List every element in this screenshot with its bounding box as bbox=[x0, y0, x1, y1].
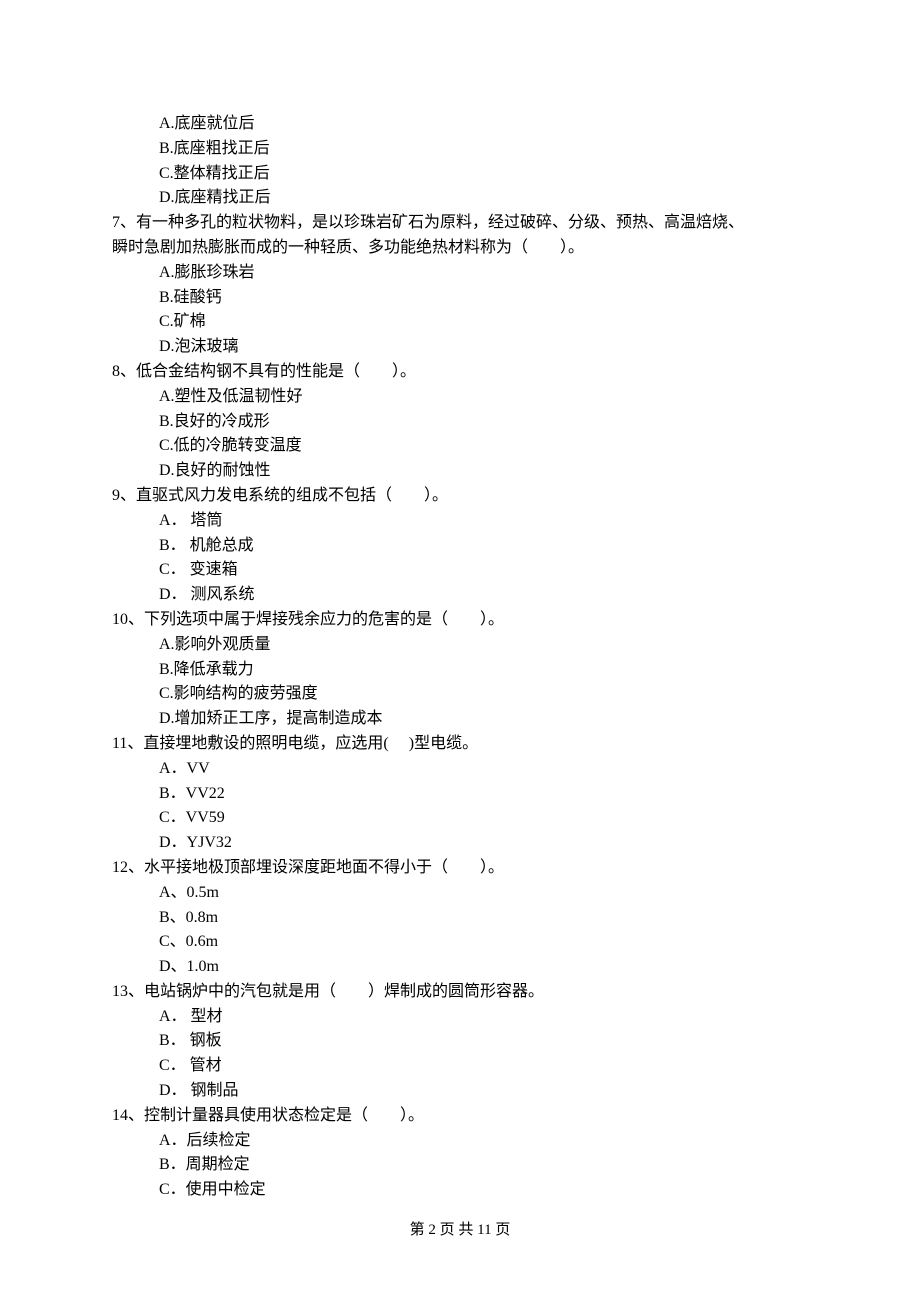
q7-text-line1: 7、有一种多孔的粒状物料，是以珍珠岩矿石为原料，经过破碎、分级、预热、高温焙烧、 bbox=[112, 211, 808, 236]
q10-options: A.影响外观质量 B.降低承载力 C.影响结构的疲劳强度 D.增加矫正工序，提高… bbox=[112, 633, 808, 732]
q14-options: A．后续检定 B．周期检定 C．使用中检定 bbox=[112, 1129, 808, 1203]
q13-text: 13、电站锅炉中的汽包就是用（ ）焊制成的圆筒形容器。 bbox=[112, 980, 808, 1005]
q12-option-a: A、0.5m bbox=[159, 881, 808, 906]
q9-option-b: B． 机舱总成 bbox=[159, 534, 808, 559]
q13-option-c: C． 管材 bbox=[159, 1054, 808, 1079]
q12-option-d: D、1.0m bbox=[159, 955, 808, 980]
q7-option-a: A.膨胀珍珠岩 bbox=[159, 261, 808, 286]
q10-option-b: B.降低承载力 bbox=[159, 658, 808, 683]
q10-option-a: A.影响外观质量 bbox=[159, 633, 808, 658]
q7-option-b: B.硅酸钙 bbox=[159, 286, 808, 311]
q9-option-c: C． 变速箱 bbox=[159, 558, 808, 583]
q9-text: 9、直驱式风力发电系统的组成不包括（ ）。 bbox=[112, 484, 808, 509]
q8-option-b: B.良好的冷成形 bbox=[159, 410, 808, 435]
q8-options: A.塑性及低温韧性好 B.良好的冷成形 C.低的冷脆转变温度 D.良好的耐蚀性 bbox=[112, 385, 808, 484]
q6-option-d: D.底座精找正后 bbox=[159, 186, 808, 211]
q11-text: 11、直接埋地敷设的照明电缆，应选用( )型电缆。 bbox=[112, 732, 808, 757]
q11-option-d: D．YJV32 bbox=[159, 831, 808, 856]
q6-option-b: B.底座粗找正后 bbox=[159, 137, 808, 162]
q13-option-b: B． 钢板 bbox=[159, 1029, 808, 1054]
q8-option-a: A.塑性及低温韧性好 bbox=[159, 385, 808, 410]
q14-option-a: A．后续检定 bbox=[159, 1129, 808, 1154]
q14-option-c: C．使用中检定 bbox=[159, 1178, 808, 1203]
q11-option-c: C．VV59 bbox=[159, 806, 808, 831]
q7-text-line2: 瞬时急剧加热膨胀而成的一种轻质、多功能绝热材料称为（ ）。 bbox=[112, 236, 808, 261]
q13-options: A． 型材 B． 钢板 C． 管材 D． 钢制品 bbox=[112, 1005, 808, 1104]
q9-option-a: A． 塔筒 bbox=[159, 509, 808, 534]
q10-text: 10、下列选项中属于焊接残余应力的危害的是（ ）。 bbox=[112, 608, 808, 633]
q13-option-d: D． 钢制品 bbox=[159, 1079, 808, 1104]
q13-option-a: A． 型材 bbox=[159, 1005, 808, 1030]
q12-option-c: C、0.6m bbox=[159, 930, 808, 955]
q11-option-a: A．VV bbox=[159, 757, 808, 782]
q14-option-b: B．周期检定 bbox=[159, 1153, 808, 1178]
q8-option-d: D.良好的耐蚀性 bbox=[159, 459, 808, 484]
q7-option-c: C.矿棉 bbox=[159, 310, 808, 335]
q8-text: 8、低合金结构钢不具有的性能是（ ）。 bbox=[112, 360, 808, 385]
q12-option-b: B、0.8m bbox=[159, 906, 808, 931]
q7-options: A.膨胀珍珠岩 B.硅酸钙 C.矿棉 D.泡沫玻璃 bbox=[112, 261, 808, 360]
q9-options: A． 塔筒 B． 机舱总成 C． 变速箱 D． 测风系统 bbox=[112, 509, 808, 608]
q6-option-c: C.整体精找正后 bbox=[159, 162, 808, 187]
page-content: A.底座就位后 B.底座粗找正后 C.整体精找正后 D.底座精找正后 7、有一种… bbox=[0, 0, 920, 1203]
q6-option-a: A.底座就位后 bbox=[159, 112, 808, 137]
q12-options: A、0.5m B、0.8m C、0.6m D、1.0m bbox=[112, 881, 808, 980]
q10-option-d: D.增加矫正工序，提高制造成本 bbox=[159, 707, 808, 732]
page-footer: 第 2 页 共 11 页 bbox=[0, 1219, 920, 1242]
q11-option-b: B．VV22 bbox=[159, 782, 808, 807]
q9-option-d: D． 测风系统 bbox=[159, 583, 808, 608]
q7-option-d: D.泡沫玻璃 bbox=[159, 335, 808, 360]
q10-option-c: C.影响结构的疲劳强度 bbox=[159, 682, 808, 707]
q14-text: 14、控制计量器具使用状态检定是（ ）。 bbox=[112, 1104, 808, 1129]
q8-option-c: C.低的冷脆转变温度 bbox=[159, 434, 808, 459]
q12-text: 12、水平接地极顶部埋设深度距地面不得小于（ ）。 bbox=[112, 856, 808, 881]
q11-options: A．VV B．VV22 C．VV59 D．YJV32 bbox=[112, 757, 808, 856]
q6-options: A.底座就位后 B.底座粗找正后 C.整体精找正后 D.底座精找正后 bbox=[112, 112, 808, 211]
